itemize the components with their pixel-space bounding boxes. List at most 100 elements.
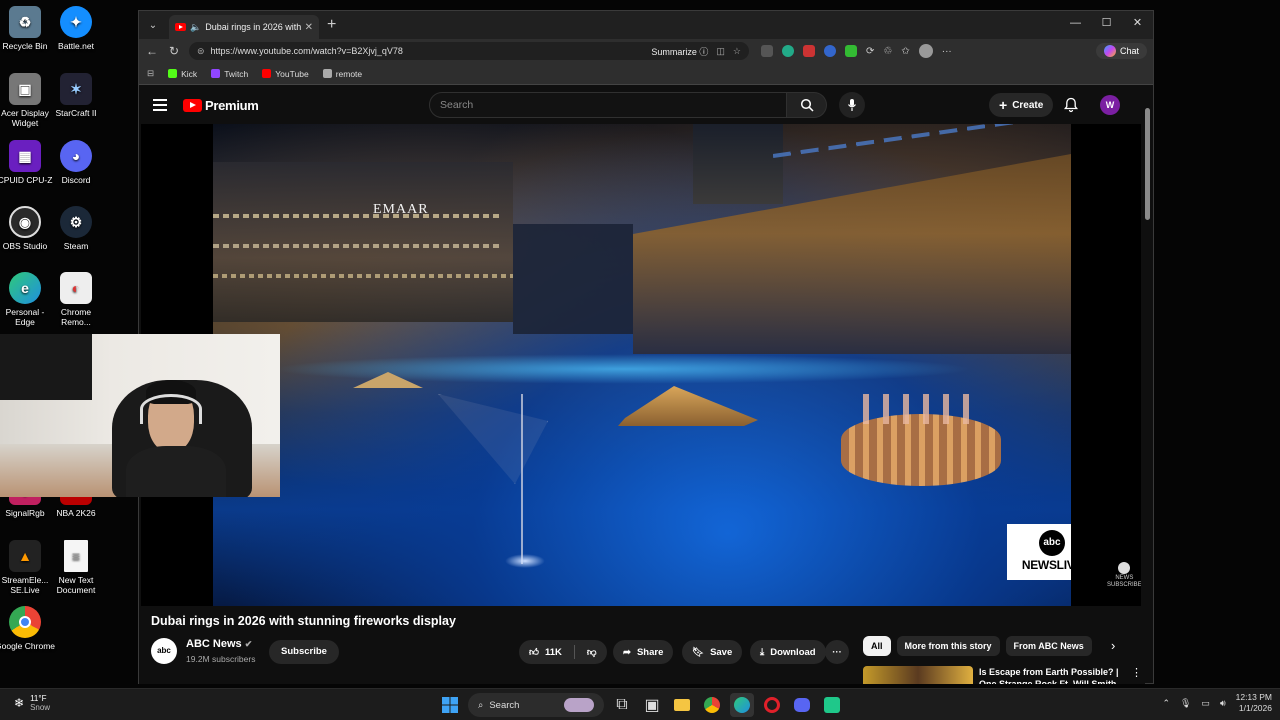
reading-list-icon[interactable]: ⊟ (147, 68, 154, 79)
close-tab-icon[interactable]: ✕ (305, 22, 313, 33)
like-button[interactable]: 👍︎ 11K 👎︎ (519, 640, 607, 664)
recommendation-thumbnail[interactable] (863, 666, 973, 684)
subscribe-button[interactable]: Subscribe (269, 640, 339, 664)
profile-avatar-icon[interactable] (918, 44, 933, 58)
more-menu-icon[interactable]: ··· (942, 46, 952, 57)
recommendation-title[interactable]: Is Escape from Earth Possible? | One Str… (979, 666, 1129, 684)
task-view-icon[interactable]: ⧉ (610, 693, 634, 717)
chip-all[interactable]: All (863, 636, 891, 656)
snow-weather-icon: ❄ (14, 696, 25, 710)
address-bar[interactable]: ⊜ https://www.youtube.com/watch?v=B2Xjvj… (189, 42, 749, 60)
scrollbar-thumb[interactable] (1145, 108, 1150, 220)
opera-icon[interactable] (760, 693, 784, 717)
extension-icon[interactable] (761, 45, 773, 57)
app-taskbar-icon[interactable] (820, 693, 844, 717)
recommendation-menu-icon[interactable]: ⋮ (1131, 666, 1142, 679)
page-scrollbar[interactable] (1144, 86, 1151, 681)
thumbs-up-icon: 👍︎ (529, 647, 539, 658)
close-window-button[interactable]: ✕ (1122, 11, 1153, 35)
taskbar-search[interactable]: ⌕ Search (468, 693, 604, 717)
video-frame[interactable]: EMAAR abc NEWSLIVE (213, 124, 1071, 606)
refresh-button[interactable]: ↻ (167, 44, 181, 58)
share-arrow-icon: ➦ (623, 646, 631, 658)
video-title: Dubai rings in 2026 with stunning firewo… (151, 614, 456, 628)
channel-avatar[interactable]: abc (151, 638, 177, 664)
extension-icon[interactable] (803, 45, 815, 57)
abc-news-live-badge: abc NEWSLIVE (1007, 524, 1071, 580)
chip-from-abc-news[interactable]: From ABC News (1005, 636, 1092, 656)
chips-next-arrow-icon[interactable]: › (1111, 638, 1115, 653)
copilot-chat-button[interactable]: Chat (1095, 43, 1147, 59)
youtube-page: Premium Search + Create W EMAAR abc NEWS… (139, 86, 1145, 684)
youtube-logo-icon (183, 98, 202, 112)
search-input[interactable]: Search (429, 92, 787, 118)
volume-icon[interactable]: 🔊︎ (1220, 698, 1226, 709)
extension-icon[interactable] (845, 45, 857, 57)
more-actions-button[interactable]: ··· (825, 640, 849, 664)
account-avatar[interactable]: W (1100, 95, 1120, 115)
channel-name[interactable]: ABC News ✔ (186, 638, 252, 650)
desktop-icon-discord[interactable]: ◕ Discord (46, 140, 106, 185)
bookmark-youtube[interactable]: YouTube (262, 69, 309, 79)
site-info-icon[interactable]: ⊜ (197, 46, 205, 57)
desktop-icon-steam[interactable]: ⚙ Steam (46, 206, 106, 251)
new-tab-button[interactable]: + (327, 16, 336, 34)
speaker-icon[interactable]: 🔈 (190, 22, 201, 33)
minimize-button[interactable]: — (1060, 11, 1091, 35)
desktop-icon-chrome[interactable]: Google Chrome (0, 606, 55, 651)
extension-icon[interactable] (782, 45, 794, 57)
collections-icon[interactable]: ♲ (883, 46, 892, 57)
edge-taskbar-icon[interactable] (730, 693, 754, 717)
tray-overflow-chevron-icon[interactable]: ⌃ (1162, 698, 1170, 709)
video-player[interactable]: EMAAR abc NEWSLIVE NEWS SUBSCRI (141, 124, 1141, 606)
extensions-puzzle-icon[interactable]: ⟳ (866, 46, 874, 57)
tab-actions-menu[interactable]: ⌄ (141, 14, 165, 36)
discord-taskbar-icon[interactable] (790, 693, 814, 717)
summarize-button[interactable]: Summarize ⓘ (651, 45, 708, 58)
browser-window: ⌄ 🔈 Dubai rings in 2026 with stunn ✕ + —… (138, 10, 1154, 684)
back-button[interactable]: ← (145, 44, 159, 58)
chip-more-from-story[interactable]: More from this story (896, 636, 1000, 656)
search-button[interactable] (787, 92, 827, 118)
copilot-icon (1103, 45, 1116, 57)
weather-widget[interactable]: ❄ 11°F Snow (14, 694, 50, 712)
taskbar: ❄ 11°F Snow ⌕ Search ⧉ ▣ ⌃ 🎙︎ ▭ 🔊︎ 12:13… (0, 688, 1280, 720)
bookmark-twitch[interactable]: Twitch (211, 69, 248, 79)
search-highlight-icon (564, 698, 594, 712)
address-bar-row: ← ↻ ⊜ https://www.youtube.com/watch?v=B2… (139, 39, 1153, 63)
favorite-star-icon[interactable]: ☆ (733, 46, 741, 57)
thumbs-down-icon[interactable]: 👎︎ (587, 646, 597, 658)
tab-active[interactable]: 🔈 Dubai rings in 2026 with stunn ✕ (169, 15, 319, 39)
download-button[interactable]: ⤓ Download (750, 640, 826, 664)
desktop-icon-battlenet[interactable]: ✦ Battle.net (46, 6, 106, 51)
youtube-premium-logo[interactable]: Premium (183, 98, 259, 113)
notifications-bell-icon[interactable] (1064, 97, 1078, 118)
menu-hamburger-icon[interactable] (153, 99, 167, 111)
save-button[interactable]: 🔖︎ Save (682, 640, 743, 664)
bookmark-kick[interactable]: Kick (168, 69, 197, 79)
chrome-taskbar-icon[interactable] (700, 693, 724, 717)
recommendation-chips: All More from this story From ABC News (863, 636, 1092, 656)
microphone-tray-icon[interactable]: 🎙︎ (1180, 698, 1191, 709)
widgets-icon[interactable]: ▣ (640, 693, 664, 717)
favorites-icon[interactable]: ✩ (901, 46, 909, 57)
split-screen-icon[interactable]: ◫ (716, 46, 725, 57)
voice-search-button[interactable] (839, 92, 865, 118)
bookmark-remote[interactable]: remote (322, 69, 362, 79)
extension-icon[interactable] (824, 45, 836, 57)
desktop-icon-new-text-document[interactable]: ≡ New Text Document (46, 540, 106, 595)
network-icon[interactable]: ▭ (1201, 698, 1210, 709)
create-button[interactable]: + Create (989, 93, 1054, 117)
start-windows-icon[interactable] (438, 693, 462, 717)
desktop-icon-starcraft[interactable]: ✶ StarCraft II (46, 73, 106, 118)
acer-icon: ▣ (9, 73, 41, 105)
cpuz-icon: ▦ (9, 140, 41, 172)
channel-watermark[interactable]: NEWS SUBSCRIBE (1107, 562, 1141, 589)
clock[interactable]: 12:13 PM 1/1/2026 (1236, 692, 1272, 714)
share-button[interactable]: ➦ Share (613, 640, 674, 664)
taskbar-apps: ⌕ Search ⧉ ▣ (438, 693, 844, 717)
maximize-button[interactable]: ☐ (1091, 11, 1122, 35)
desktop-icon-chrome-remote[interactable]: ◐ Chrome Remo... (46, 272, 106, 327)
edge-icon: e (9, 272, 41, 304)
file-explorer-icon[interactable] (670, 693, 694, 717)
